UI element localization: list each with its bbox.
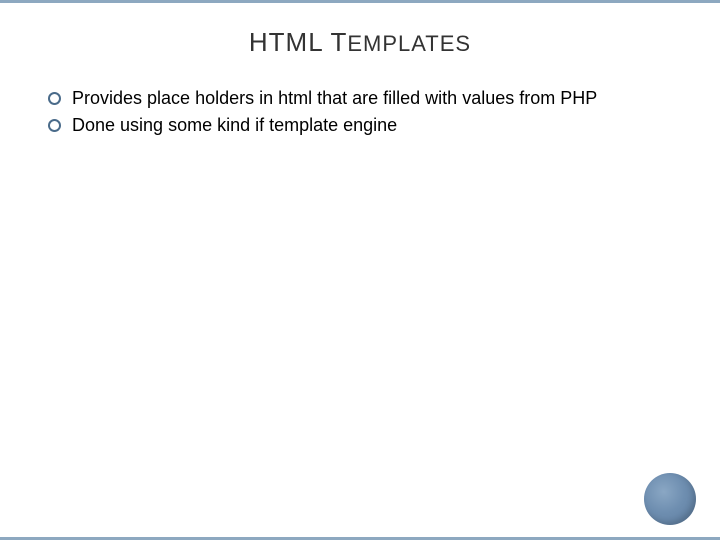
title-rest: emplates — [347, 31, 471, 56]
bullet-list: Provides place holders in html that are … — [44, 86, 676, 138]
slide-title: HTML Templates — [0, 3, 720, 58]
bullet-text: Provides place holders in html that are … — [72, 88, 597, 108]
title-first: HTML T — [249, 27, 347, 57]
decorative-circle-icon — [644, 473, 696, 525]
list-item: Provides place holders in html that are … — [44, 86, 676, 110]
list-item: Done using some kind if template engine — [44, 113, 676, 137]
slide-content: Provides place holders in html that are … — [0, 58, 720, 138]
bullet-text: Done using some kind if template engine — [72, 115, 397, 135]
slide-container: HTML Templates Provides place holders in… — [0, 0, 720, 540]
